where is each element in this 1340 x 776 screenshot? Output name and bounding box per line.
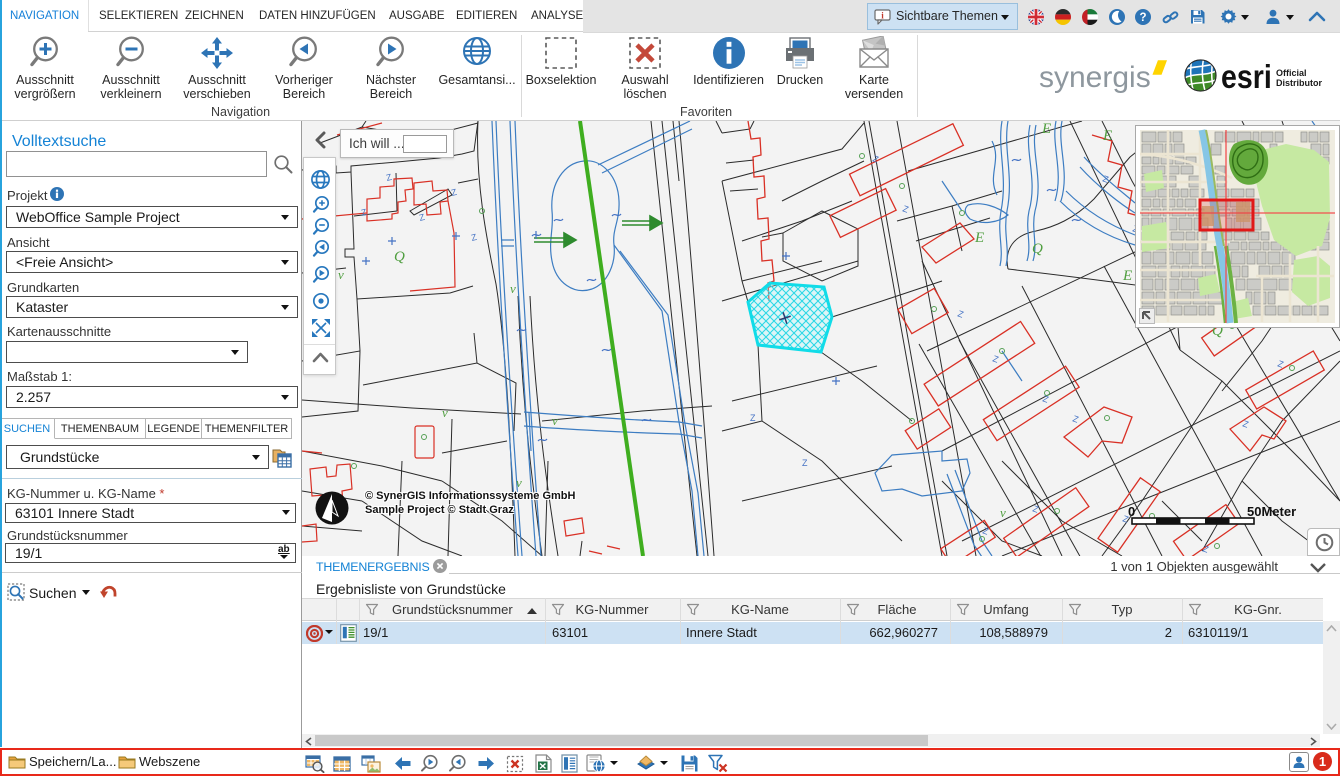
svg-text:Z: Z: [418, 212, 426, 223]
svg-text:E: E: [1122, 268, 1132, 284]
svg-text:Z: Z: [1201, 543, 1210, 554]
svg-text:Z: Z: [901, 203, 910, 214]
svg-text:v: v: [442, 405, 448, 420]
svg-text:Z: Z: [1071, 413, 1080, 424]
svg-text:v: v: [552, 413, 558, 428]
svg-text:Q: Q: [1032, 241, 1043, 257]
svg-text:v: v: [510, 281, 516, 296]
svg-text:Z: Z: [450, 187, 458, 198]
svg-text:Q: Q: [394, 249, 405, 265]
svg-text:Z: Z: [981, 525, 990, 536]
svg-text:Z: Z: [385, 172, 393, 183]
svg-text:v: v: [338, 267, 344, 282]
svg-text:Z: Z: [991, 353, 1000, 364]
svg-text:Z: Z: [956, 308, 965, 319]
svg-text:v: v: [1000, 505, 1006, 520]
svg-text:E: E: [1102, 128, 1112, 144]
svg-text:Z: Z: [750, 413, 756, 423]
svg-text:v: v: [516, 475, 522, 490]
svg-text:Z: Z: [1041, 393, 1050, 404]
svg-text:Z: Z: [470, 232, 478, 243]
svg-text:E: E: [1041, 121, 1051, 137]
svg-text:?: ?: [1139, 12, 1146, 24]
svg-text:Z: Z: [802, 458, 808, 468]
svg-text:E: E: [974, 230, 984, 246]
